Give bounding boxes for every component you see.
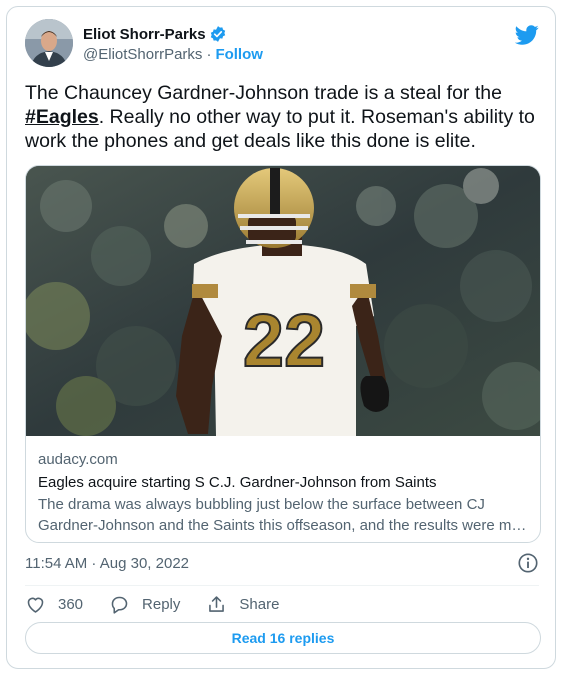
heart-icon [27, 597, 44, 613]
avatar[interactable] [25, 19, 73, 67]
share-icon [209, 595, 225, 612]
action-bar: 360 Reply Share [25, 592, 305, 616]
follow-button[interactable]: Follow [215, 46, 263, 63]
author-name[interactable]: Eliot Shorr-Parks [83, 26, 206, 43]
link-preview-meta: audacy.com Eagles acquire starting S C.J… [38, 450, 530, 536]
tweet-text-part: . Really no other way to put it. Roseman… [25, 106, 535, 152]
share-label: Share [239, 595, 280, 613]
tweet-text-part: The Chauncey Gardner-Johnson trade is a … [25, 82, 502, 104]
hashtag-link[interactable]: #Eagles [25, 106, 99, 128]
link-preview-card[interactable]: 22 audacy.com Eagles acquire starting S … [25, 165, 541, 543]
like-count: 360 [58, 595, 84, 613]
divider [25, 585, 539, 586]
share-button[interactable]: Share [206, 594, 279, 615]
twitter-bird-icon[interactable] [515, 23, 539, 47]
link-preview-image[interactable]: 22 [26, 166, 540, 436]
info-icon[interactable] [517, 552, 539, 574]
link-description: The drama was always bubbling just below… [38, 494, 530, 536]
read-replies-button[interactable]: Read 16 replies [25, 622, 541, 654]
tweet-card: Eliot Shorr-Parks @EliotShorrParks · Fol… [6, 6, 556, 669]
like-button[interactable]: 360 [25, 594, 83, 615]
jersey-number: 22 [243, 299, 325, 382]
author-handle-row: @EliotShorrParks · Follow [83, 46, 263, 63]
separator-dot: · [206, 46, 212, 63]
link-description-line: The drama was always bubbling just below… [38, 496, 485, 513]
reply-icon [111, 596, 128, 614]
link-domain: audacy.com [38, 451, 118, 468]
tweet-timestamp[interactable]: 11:54 AM · Aug 30, 2022 [25, 555, 189, 572]
link-description-line: Gardner-Johnson and the Saints this offs… [38, 517, 530, 534]
reply-label: Reply [142, 595, 181, 613]
link-title: Eagles acquire starting S C.J. Gardner-J… [38, 474, 437, 491]
reply-button[interactable]: Reply [109, 594, 180, 615]
verified-badge-icon [210, 26, 225, 42]
author-name-row: Eliot Shorr-Parks [83, 25, 227, 43]
tweet-text: The Chauncey Gardner-Johnson trade is a … [25, 81, 545, 153]
author-handle[interactable]: @EliotShorrParks [83, 46, 202, 63]
